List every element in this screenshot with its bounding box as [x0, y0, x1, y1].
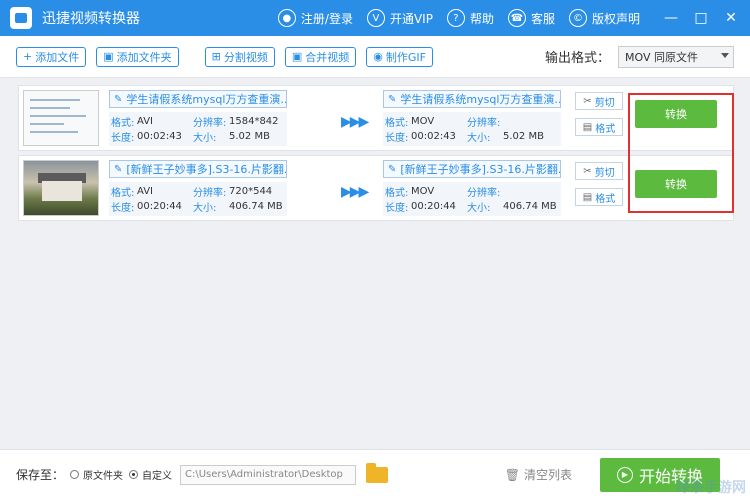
output-meta: 格式: MOV 分辨率: 长度: 00:20:44 大小: 406.74 MB [383, 182, 561, 216]
format-icon: ▤ [582, 121, 593, 133]
custom-folder-label: 自定义 [142, 471, 173, 482]
source-info: ✎ 学生请假系统mysql万方查重演... 格式: AVI 分辨率: 1584*… [109, 90, 287, 146]
bottom-bar: 保存至： 原文件夹 自定义 🗑 清空列表 ▶ 开始转换 [0, 449, 750, 499]
app-logo-icon [10, 7, 32, 29]
register-login-button[interactable]: ● 注册/登录 [277, 9, 353, 27]
maximize-button[interactable]: □ [688, 5, 714, 31]
format-icon: ▤ [582, 191, 593, 203]
source-meta: 格式: AVI 分辨率: 1584*842 长度: 00:02:43 大小: 5… [109, 112, 287, 146]
customer-service-button[interactable]: ☎ 客服 [507, 9, 555, 27]
source-resolution: 1584*842 [229, 116, 279, 127]
arrow-right-icon: ▶▶▶ [341, 114, 369, 130]
convert-button[interactable]: 转换 [635, 100, 717, 128]
clear-list-button[interactable]: 🗑 清空列表 [505, 466, 572, 483]
output-format: MOV [411, 186, 435, 197]
source-duration: 00:20:44 [137, 201, 182, 212]
source-resolution: 720*544 [229, 186, 273, 197]
file-row: ✎ [新鲜王子妙事多].S3-16.片影翻... 格式: AVI 分辨率: 72… [18, 155, 734, 221]
merge-video-button[interactable]: ▣ 合并视频 [284, 46, 357, 67]
scissors-icon: ✂ [583, 95, 592, 107]
source-format: AVI [137, 186, 153, 197]
vip-button[interactable]: V 开通VIP [366, 9, 433, 27]
file-list: ✎ 学生请假系统mysql万方查重演... 格式: AVI 分辨率: 1584*… [0, 79, 750, 449]
output-duration: 00:20:44 [411, 201, 456, 212]
folder-icon[interactable] [366, 462, 389, 483]
video-thumbnail [23, 90, 99, 146]
close-button[interactable]: ✕ [718, 5, 744, 31]
vip-icon: V [366, 9, 385, 27]
make-gif-button[interactable]: ◉ 制作GIF [366, 46, 433, 67]
minimize-button[interactable]: — [658, 5, 684, 31]
source-filename[interactable]: ✎ 学生请假系统mysql万方查重演... [109, 90, 287, 108]
add-file-button[interactable]: + 添加文件 [16, 46, 87, 67]
play-icon: ▶ [616, 466, 633, 483]
scissors-icon: ✂ [583, 165, 592, 177]
output-format-label: 输出格式： [544, 51, 610, 66]
output-meta: 格式: MOV 分辨率: 长度: 00:02:43 大小: 5.02 MB [383, 112, 561, 146]
save-to-label: 保存至： [16, 468, 65, 482]
output-duration: 00:02:43 [411, 131, 456, 142]
add-folder-button[interactable]: ▣ 添加文件夹 [96, 46, 179, 67]
original-folder-label: 原文件夹 [83, 471, 124, 482]
format-button[interactable]: ▤ 格式 [575, 118, 623, 136]
output-format: MOV [411, 116, 435, 127]
output-format-select[interactable]: MOV 同原文件 [618, 45, 734, 68]
user-icon: ● [277, 9, 296, 27]
video-thumbnail [23, 160, 99, 216]
source-duration: 00:02:43 [137, 131, 182, 142]
source-filename[interactable]: ✎ [新鲜王子妙事多].S3-16.片影翻... [109, 160, 287, 178]
app-title: 迅捷视频转换器 [42, 11, 140, 27]
chevron-down-icon [721, 52, 729, 58]
close-icon: ✕ [725, 10, 737, 26]
source-meta: 格式: AVI 分辨率: 720*544 长度: 00:20:44 大小: 40… [109, 182, 287, 216]
cut-button[interactable]: ✂ 剪切 [575, 162, 623, 180]
source-format: AVI [137, 116, 153, 127]
maximize-icon: □ [694, 10, 708, 26]
plus-icon: + [23, 50, 33, 63]
pencil-icon: ✎ [388, 163, 397, 175]
toolbar: + 添加文件 ▣ 添加文件夹 ⊞ 分割视频 ▣ 合并视频 ◉ 制作GIF 输出格… [0, 36, 750, 78]
help-button[interactable]: ? 帮助 [446, 9, 494, 27]
headset-icon: ☎ [507, 9, 526, 27]
file-row: ✎ 学生请假系统mysql万方查重演... 格式: AVI 分辨率: 1584*… [18, 85, 734, 151]
crop-icon: ⊞ [211, 50, 221, 63]
title-bar: 迅捷视频转换器 ● 注册/登录 V 开通VIP ? 帮助 ☎ 客服 © 版权声明… [0, 0, 750, 36]
output-filename[interactable]: ✎ [新鲜王子妙事多].S3-16.片影翻... [383, 160, 561, 178]
pencil-icon: ✎ [114, 93, 123, 105]
source-info: ✎ [新鲜王子妙事多].S3-16.片影翻... 格式: AVI 分辨率: 72… [109, 160, 287, 216]
output-info: ✎ 学生请假系统mysql万方查重演... 格式: MOV 分辨率: 长度: 0… [383, 90, 561, 146]
output-size: 5.02 MB [503, 131, 544, 142]
pencil-icon: ✎ [388, 93, 397, 105]
merge-icon: ▣ [291, 50, 303, 63]
output-info: ✎ [新鲜王子妙事多].S3-16.片影翻... 格式: MOV 分辨率: 长度… [383, 160, 561, 216]
minimize-icon: — [664, 10, 678, 26]
original-folder-radio[interactable] [70, 470, 80, 479]
watermark-text: 绿茶手游网 [676, 480, 746, 496]
arrow-right-icon: ▶▶▶ [341, 184, 369, 200]
gif-icon: ◉ [373, 50, 383, 63]
cut-button[interactable]: ✂ 剪切 [575, 92, 623, 110]
split-video-button[interactable]: ⊞ 分割视频 [204, 46, 275, 67]
copyright-icon: © [568, 9, 587, 27]
format-button[interactable]: ▤ 格式 [575, 188, 623, 206]
output-size: 406.74 MB [503, 201, 557, 212]
output-format-value: MOV 同原文件 [625, 50, 698, 64]
pencil-icon: ✎ [114, 163, 123, 175]
help-icon: ? [446, 9, 465, 27]
source-size: 406.74 MB [229, 201, 283, 212]
convert-button[interactable]: 转换 [635, 170, 717, 198]
trash-icon: 🗑 [504, 467, 520, 482]
output-filename[interactable]: ✎ 学生请假系统mysql万方查重演... [383, 90, 561, 108]
source-size: 5.02 MB [229, 131, 270, 142]
folder-plus-icon: ▣ [103, 50, 114, 63]
output-path-input[interactable] [180, 464, 357, 485]
custom-folder-radio[interactable] [129, 470, 139, 479]
copyright-button[interactable]: © 版权声明 [568, 9, 640, 27]
